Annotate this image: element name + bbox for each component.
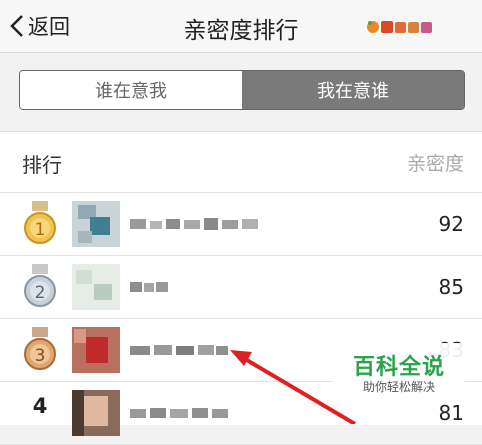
- segmented-control: 谁在意我 我在意谁: [19, 70, 465, 110]
- rank-column-header: 排行: [22, 153, 62, 177]
- gold-medal-icon: 1: [24, 201, 56, 244]
- tab-who-cares-about-me[interactable]: 谁在意我: [20, 71, 242, 109]
- intimacy-score: 81: [438, 401, 464, 425]
- top-bar: 返回 亲密度排行: [0, 0, 482, 53]
- contact-name-blurred: [130, 218, 258, 230]
- contact-name-blurred: [130, 345, 228, 355]
- list-item[interactable]: 1 92: [0, 193, 482, 256]
- list-header: 排行 亲密度: [0, 132, 482, 193]
- rank-number: 4: [32, 394, 48, 418]
- brand-logo: [367, 21, 432, 33]
- avatar: [72, 327, 120, 373]
- intimacy-column-header: 亲密度: [406, 153, 464, 175]
- svg-text:2: 2: [35, 283, 46, 303]
- svg-text:1: 1: [35, 220, 46, 240]
- list-item[interactable]: 2 85: [0, 256, 482, 319]
- tab-who-i-care-about[interactable]: 我在意谁: [242, 71, 464, 109]
- avatar: [72, 390, 120, 436]
- watermark-subtitle: 助你轻松解决: [362, 380, 435, 394]
- avatar: [72, 201, 120, 247]
- intimacy-score: 92: [438, 212, 464, 236]
- watermark-title: 百科全说: [352, 355, 445, 380]
- contact-name-blurred: [130, 408, 228, 418]
- avatar: [72, 264, 120, 310]
- silver-medal-icon: 2: [24, 264, 56, 307]
- watermark: 百科全说 助你轻松解决: [333, 343, 465, 401]
- contact-name-blurred: [130, 282, 168, 292]
- bronze-medal-icon: 3: [24, 327, 56, 370]
- intimacy-score: 85: [438, 275, 464, 299]
- svg-text:3: 3: [35, 346, 46, 366]
